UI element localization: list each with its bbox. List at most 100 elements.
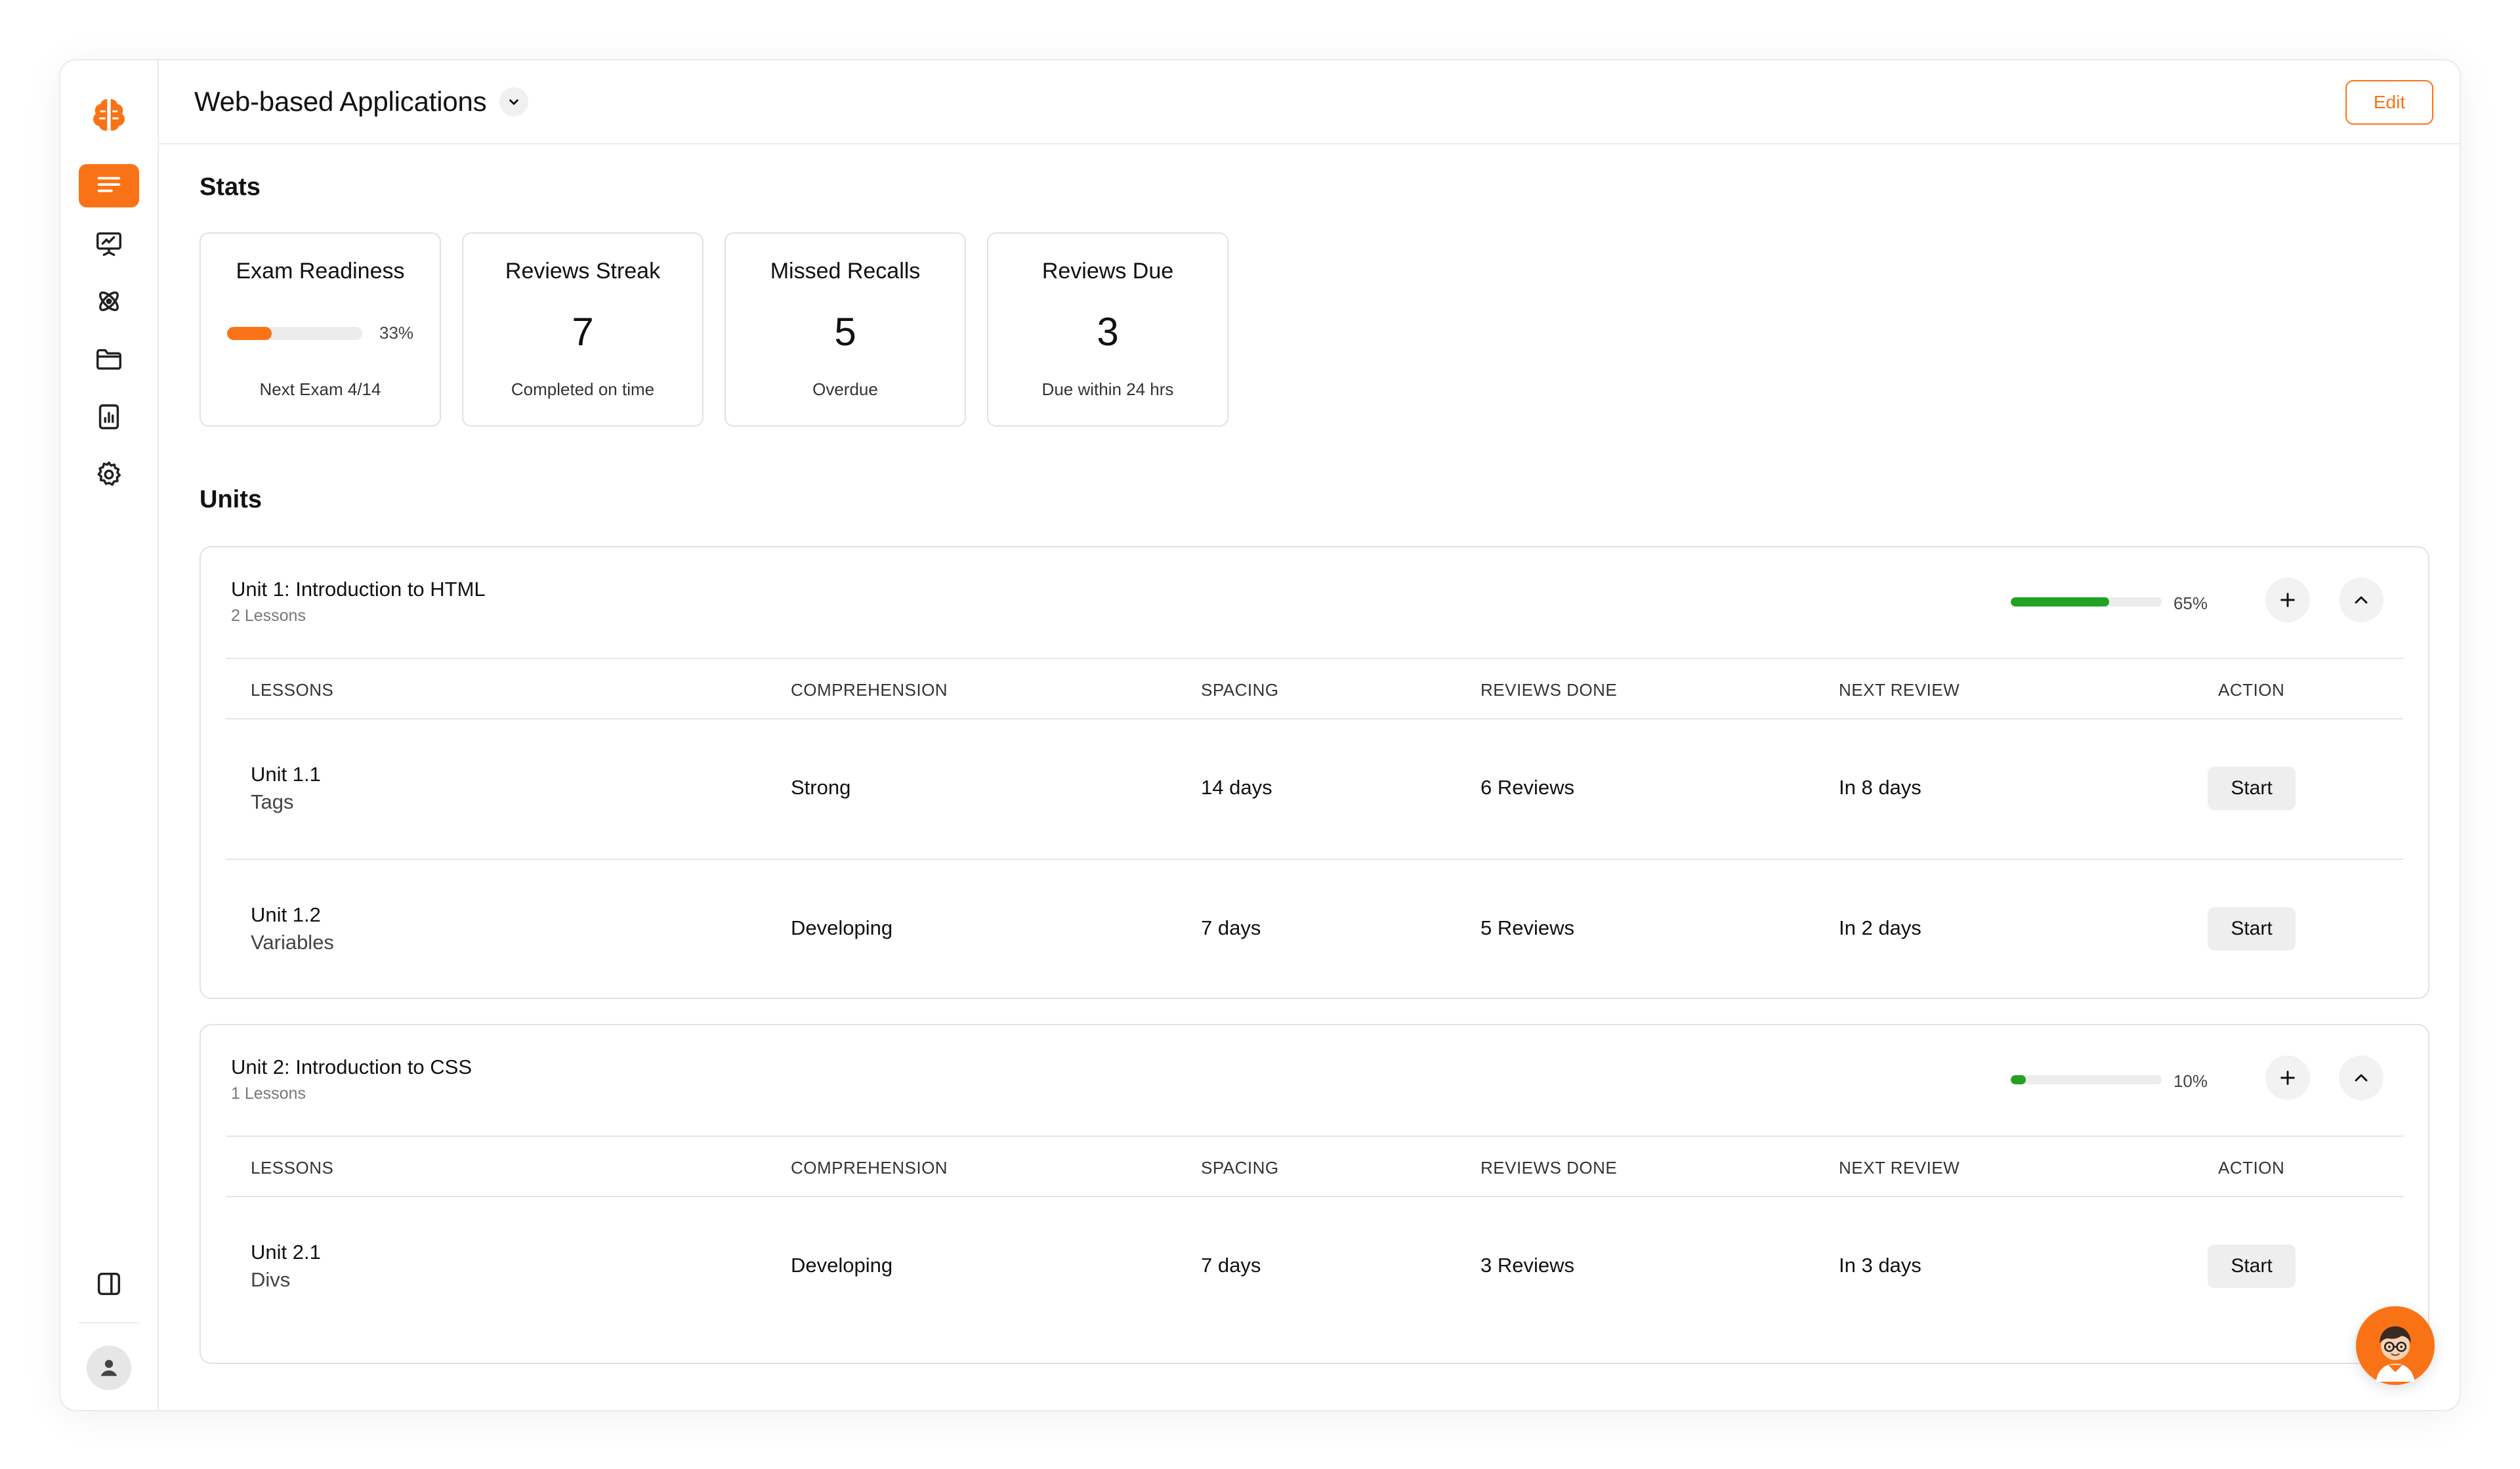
folder-icon: [96, 349, 121, 370]
unit-header[interactable]: Unit 1: Introduction to HTML 2 Lessons 6…: [201, 547, 2428, 658]
assistant-avatar-button[interactable]: [2356, 1306, 2435, 1385]
stat-label: Missed Recalls: [770, 259, 921, 284]
plus-icon: [2280, 593, 2295, 607]
app-window: Web-based Applications Edit Stats Exam R…: [59, 59, 2461, 1411]
user-avatar[interactable]: [87, 1346, 131, 1390]
brain-logo-icon[interactable]: [86, 92, 132, 138]
table-header: LESSONS COMPREHENSION SPACING REVIEWS DO…: [226, 1136, 2403, 1197]
page-title: Web-based Applications: [194, 86, 487, 117]
column-header-next-review: NEXT REVIEW: [1839, 680, 1960, 700]
readiness-progress-fill: [227, 327, 272, 340]
comprehension-cell: Developing: [791, 916, 893, 939]
lesson-name: Unit 2.1: [251, 1241, 321, 1264]
column-header-reviews-done: REVIEWS DONE: [1480, 680, 1618, 700]
stats-heading: Stats: [200, 173, 261, 201]
assistant-character-icon: [2376, 1326, 2415, 1382]
chevron-down-icon: [509, 99, 519, 105]
chevron-up-icon: [2355, 596, 2368, 604]
table-row: Unit 2.1 Divs Developing 7 days 3 Review…: [226, 1197, 2403, 1336]
unit-title: Unit 2: Introduction to CSS: [231, 1055, 472, 1078]
sidebar-item-presentations[interactable]: [79, 222, 139, 265]
unit-progress-percent: 10%: [2173, 1071, 2208, 1091]
next-review-cell: In 3 days: [1839, 1254, 1922, 1277]
stat-card-reviews-streak: Reviews Streak 7 Completed on time: [462, 232, 704, 427]
collapse-unit-button[interactable]: [2339, 1055, 2384, 1100]
plus-icon: [2280, 1071, 2295, 1085]
units-heading: Units: [200, 486, 262, 513]
collapse-unit-button[interactable]: [2339, 578, 2384, 622]
sidebar-item-settings[interactable]: [79, 453, 139, 496]
sidebar-item-overview[interactable]: [79, 164, 139, 207]
column-header-lessons: LESSONS: [251, 1158, 334, 1178]
spacing-cell: 7 days: [1201, 916, 1261, 939]
add-lesson-button[interactable]: [2265, 1055, 2310, 1100]
lesson-name: Unit 1.2: [251, 903, 321, 926]
column-header-action: ACTION: [2218, 1158, 2285, 1178]
user-avatar-icon: [100, 1359, 117, 1376]
top-bar: Web-based Applications Edit: [159, 60, 2460, 144]
unit-progress-bar: [2011, 1075, 2162, 1084]
lessons-table: LESSONS COMPREHENSION SPACING REVIEWS DO…: [226, 1136, 2403, 1336]
lesson-name: Unit 1.1: [251, 763, 321, 786]
panel-toggle-button[interactable]: [89, 1264, 129, 1304]
next-review-cell: In 8 days: [1839, 776, 1922, 799]
stat-subtext: Completed on time: [511, 379, 655, 399]
sidebar-divider: [79, 1322, 139, 1323]
stats-row: Exam Readiness 33% Next Exam 4/14 Review…: [200, 232, 1228, 427]
next-review-cell: In 2 days: [1839, 916, 1922, 939]
stat-value: 3: [1097, 310, 1119, 354]
lesson-topic: Variables: [251, 931, 334, 954]
main-content: Web-based Applications Edit Stats Exam R…: [159, 60, 2460, 1410]
panel-toggle-icon: [97, 1272, 121, 1296]
stat-label: Exam Readiness: [236, 259, 405, 284]
column-header-action: ACTION: [2218, 680, 2285, 700]
column-header-comprehension: COMPREHENSION: [791, 1158, 948, 1178]
sidebar-bottom: [60, 1264, 158, 1390]
reviews-done-cell: 3 Reviews: [1480, 1254, 1574, 1277]
sidebar-item-concepts[interactable]: [79, 280, 139, 323]
gear-icon: [97, 461, 121, 486]
unit-progress-bar: [2011, 597, 2162, 607]
reviews-done-cell: 6 Reviews: [1480, 776, 1574, 799]
stat-value: 7: [572, 310, 594, 354]
reviews-done-cell: 5 Reviews: [1480, 916, 1574, 939]
table-row: Unit 1.1 Tags Strong 14 days 6 Reviews I…: [226, 719, 2403, 859]
column-header-spacing: SPACING: [1201, 680, 1279, 700]
column-header-reviews-done: REVIEWS DONE: [1480, 1158, 1618, 1178]
comprehension-cell: Strong: [791, 776, 851, 799]
stat-value: 5: [834, 310, 856, 354]
column-header-comprehension: COMPREHENSION: [791, 680, 948, 700]
unit-header[interactable]: Unit 2: Introduction to CSS 1 Lessons 10…: [201, 1025, 2428, 1136]
start-button[interactable]: Start: [2208, 767, 2296, 810]
unit-progress-fill: [2011, 1075, 2026, 1084]
stat-card-missed-recalls: Missed Recalls 5 Overdue: [724, 232, 966, 427]
stat-label: Reviews Due: [1041, 259, 1174, 284]
sidebar-item-files[interactable]: [79, 337, 139, 381]
sidebar-item-reports[interactable]: [79, 395, 139, 438]
comprehension-cell: Developing: [791, 1254, 893, 1277]
presentation-board-icon: [96, 232, 121, 256]
report-chart-icon: [98, 404, 119, 429]
add-lesson-button[interactable]: [2265, 578, 2310, 622]
stat-subtext: Due within 24 hrs: [1041, 379, 1174, 399]
menu-lines-icon: [97, 177, 121, 192]
unit-title: Unit 1: Introduction to HTML: [231, 578, 486, 601]
stat-card-exam-readiness: Exam Readiness 33% Next Exam 4/14: [200, 232, 441, 427]
stat-card-reviews-due: Reviews Due 3 Due within 24 hrs: [987, 232, 1228, 427]
unit-lesson-count: 1 Lessons: [231, 1084, 306, 1103]
sidebar: [60, 60, 159, 1410]
unit-lesson-count: 2 Lessons: [231, 607, 306, 625]
edit-button[interactable]: Edit: [2345, 80, 2433, 125]
unit-progress-percent: 65%: [2173, 593, 2208, 613]
course-dropdown-button[interactable]: [499, 87, 529, 116]
start-button[interactable]: Start: [2208, 907, 2296, 950]
stat-subtext: Overdue: [812, 379, 878, 399]
readiness-progress-bar: [227, 327, 362, 340]
readiness-percent: 33%: [379, 323, 414, 343]
unit-card: Unit 2: Introduction to CSS 1 Lessons 10…: [200, 1024, 2429, 1364]
column-header-lessons: LESSONS: [251, 680, 334, 700]
atom-icon: [99, 291, 119, 311]
spacing-cell: 7 days: [1201, 1254, 1261, 1277]
unit-card: Unit 1: Introduction to HTML 2 Lessons 6…: [200, 546, 2429, 999]
start-button[interactable]: Start: [2208, 1245, 2296, 1288]
